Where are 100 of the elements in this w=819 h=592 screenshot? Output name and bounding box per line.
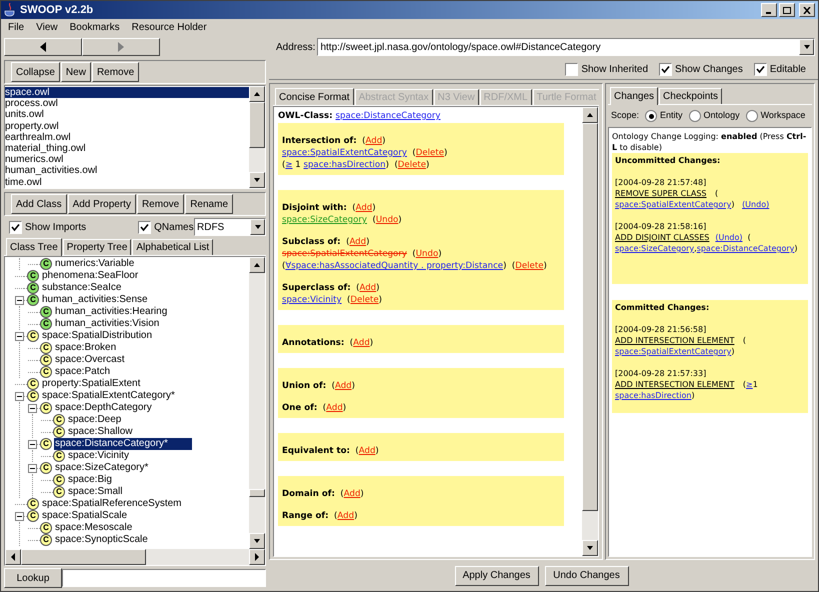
toolbar-button[interactable]: Rename xyxy=(185,194,234,214)
toolbar-button[interactable]: Remove xyxy=(136,194,184,214)
action-button[interactable]: Undo Changes xyxy=(544,566,628,586)
tree-item[interactable]: human_activities:Vision xyxy=(54,318,160,330)
tree-item[interactable]: space:SpatialScale xyxy=(41,510,128,522)
link[interactable]: ≥ xyxy=(285,160,293,170)
menu-item[interactable]: View xyxy=(36,20,58,35)
list-item[interactable]: earthrealm.owl xyxy=(5,132,249,143)
list-item[interactable]: material_thing.owl xyxy=(5,142,249,154)
collapse-icon[interactable] xyxy=(28,464,37,472)
tab[interactable]: Concise Format xyxy=(275,88,354,105)
link[interactable]: space:SpatialExtentCategory xyxy=(615,199,732,210)
tab[interactable]: Alphabetical List xyxy=(132,239,214,255)
tree-item[interactable]: phenomena:SeaFloor xyxy=(41,270,140,282)
action-link[interactable]: Add xyxy=(344,489,360,499)
tree-item[interactable]: space:SpatialDistribution xyxy=(41,330,154,342)
minimize-button[interactable] xyxy=(761,3,777,17)
action-link[interactable]: Add xyxy=(337,511,354,521)
action-link[interactable]: Delete xyxy=(350,295,379,305)
link[interactable]: space:SpatialExtentCategory xyxy=(615,346,732,357)
scrollbar[interactable] xyxy=(5,549,265,565)
list-item[interactable]: process.owl xyxy=(5,98,249,110)
action-link[interactable]: Delete xyxy=(398,160,426,170)
radio-button[interactable] xyxy=(746,110,758,122)
scrollbar[interactable] xyxy=(249,86,265,188)
toolbar-button[interactable]: Remove xyxy=(92,62,140,82)
toolbar-button[interactable]: New xyxy=(60,62,91,82)
action-link[interactable]: Delete xyxy=(515,261,544,271)
tree-item[interactable]: space:Overcast xyxy=(54,354,126,366)
link[interactable]: ∀space:hasAssociatedQuantity . property:Distance xyxy=(285,261,504,271)
action-link[interactable]: Add xyxy=(356,203,372,213)
list-item[interactable]: units.owl xyxy=(5,109,249,121)
toolbar-button[interactable]: Collapse xyxy=(11,62,60,82)
forward-button[interactable] xyxy=(82,38,160,56)
tree-item[interactable]: space:Small xyxy=(67,486,124,498)
close-button[interactable] xyxy=(799,3,815,17)
tree-item[interactable]: substance:SeaIce xyxy=(41,282,122,294)
maximize-button[interactable] xyxy=(779,3,795,17)
collapse-icon[interactable] xyxy=(28,440,37,448)
link[interactable]: ≥ xyxy=(746,379,753,390)
checkbox[interactable] xyxy=(565,63,578,76)
action-link[interactable]: Add xyxy=(353,338,370,348)
tree-item[interactable]: space:Patch xyxy=(54,366,112,378)
scroll-thumb[interactable] xyxy=(249,488,265,497)
collapse-icon[interactable] xyxy=(15,512,24,520)
tree-item[interactable]: space:SpatialExtentCategory* xyxy=(41,390,176,402)
checkbox[interactable] xyxy=(659,63,672,76)
action-link[interactable]: Add xyxy=(334,381,352,391)
action-link[interactable]: Add xyxy=(360,283,376,293)
tree-item[interactable]: space:Big xyxy=(67,474,113,486)
tree-item[interactable]: space:Broken xyxy=(54,342,118,354)
scrollbar[interactable] xyxy=(249,257,265,549)
tab[interactable]: Property Tree xyxy=(62,239,132,255)
link[interactable]: (Undo) xyxy=(742,199,770,210)
list-item[interactable]: space.owl xyxy=(5,87,249,98)
collapse-icon[interactable] xyxy=(15,332,24,340)
tree-item[interactable]: numerics:Variable xyxy=(54,258,136,270)
checkbox[interactable] xyxy=(138,220,152,234)
action-link[interactable]: Delete xyxy=(416,148,444,158)
action-link[interactable]: Add xyxy=(326,403,343,413)
action-link[interactable]: Add xyxy=(358,446,376,456)
scroll-thumb[interactable] xyxy=(21,549,146,565)
tree-item[interactable]: space:Deep xyxy=(67,414,122,426)
tree-item[interactable]: space:SynopticScale xyxy=(54,534,149,546)
back-button[interactable] xyxy=(4,38,82,56)
link[interactable]: space:DistanceCategory xyxy=(696,243,794,254)
tree-item[interactable]: property:SpatialExtent xyxy=(41,378,142,390)
list-item[interactable]: human_activities.owl xyxy=(5,165,249,176)
action-link[interactable]: Add xyxy=(366,136,382,146)
address-field[interactable]: http://sweet.jpl.nasa.gov/ontology/space.owl#DistanceCategory xyxy=(317,38,815,56)
link[interactable]: space:DistanceCategory xyxy=(336,111,440,121)
tab[interactable]: Class Tree xyxy=(6,238,62,256)
list-item[interactable]: property.owl xyxy=(5,120,249,132)
link[interactable]: space:SpatialExtentCategory xyxy=(282,148,407,158)
action-link[interactable]: Undo xyxy=(376,215,398,225)
checkbox[interactable] xyxy=(9,220,22,234)
tab[interactable]: Checkpoints xyxy=(659,88,722,104)
menu-item[interactable]: Bookmarks xyxy=(70,20,120,35)
action-link[interactable]: Add xyxy=(349,237,366,247)
link[interactable]: (Undo) xyxy=(715,232,742,243)
lookup-field[interactable] xyxy=(62,569,266,587)
collapse-icon[interactable] xyxy=(15,296,24,304)
menu-item[interactable]: Resource Holder xyxy=(132,20,207,35)
tree-item[interactable]: space:SizeCategory* xyxy=(54,462,150,474)
radio-button[interactable] xyxy=(645,110,658,122)
link[interactable]: space:hasDirection xyxy=(615,390,692,401)
list-item[interactable]: time.owl xyxy=(5,176,249,188)
action-button[interactable]: Apply Changes xyxy=(454,566,538,586)
tree-item[interactable]: human_activities:Hearing xyxy=(54,306,168,318)
tree-item[interactable]: space:DistanceCategory* xyxy=(54,438,192,450)
toolbar-button[interactable]: Add Class xyxy=(11,194,67,214)
scroll-thumb[interactable] xyxy=(249,102,265,148)
list-item[interactable]: numerics.owl xyxy=(5,154,249,166)
tree-item[interactable]: space:Mesoscale xyxy=(54,522,134,534)
link[interactable]: space:Vicinity xyxy=(282,295,342,305)
collapse-icon[interactable] xyxy=(28,404,37,412)
action-link[interactable]: Undo xyxy=(416,249,438,259)
tree-item[interactable]: space:SpatialReferenceSystem xyxy=(41,498,183,510)
toolbar-button[interactable]: Add Property xyxy=(68,194,136,214)
tree-item[interactable]: space:DepthCategory xyxy=(54,402,153,414)
